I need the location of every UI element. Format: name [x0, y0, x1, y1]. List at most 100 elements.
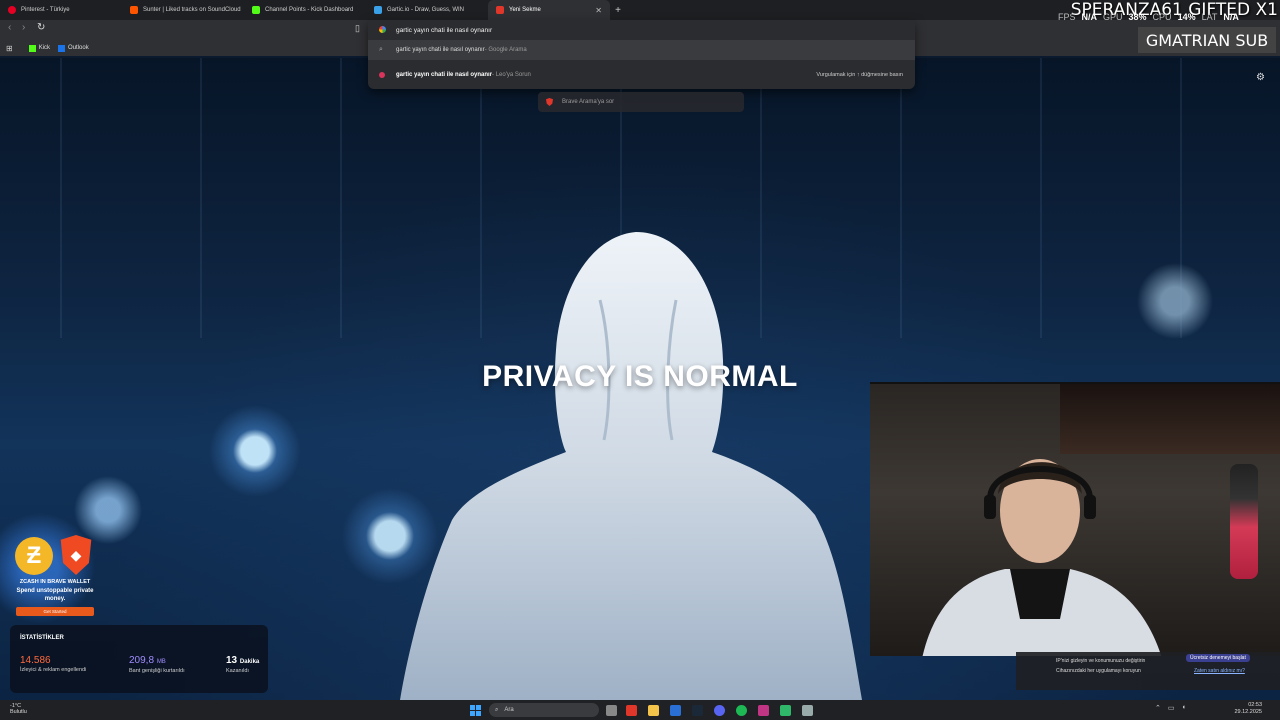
close-tab-icon[interactable]: ✕: [595, 6, 602, 15]
settings-icon[interactable]: [802, 705, 813, 716]
zcash-subtitle: Spend unstoppable private money.: [16, 588, 94, 602]
lat-value: N/A: [1223, 12, 1239, 22]
bookmark-label: Outlook: [68, 45, 89, 51]
tab-new-tab[interactable]: Yeni Sekme ✕: [488, 0, 610, 20]
brave-icon[interactable]: [626, 705, 637, 716]
tab-pinterest[interactable]: Pinterest - Türkiye: [0, 0, 122, 20]
pinterest-icon: [8, 6, 16, 14]
tab-kick-dashboard[interactable]: Channel Points - Kick Dashboard: [244, 0, 366, 20]
apps-grid-icon[interactable]: ⊞: [6, 44, 13, 53]
tab-title: Channel Points - Kick Dashboard: [265, 7, 354, 13]
network-icon[interactable]: ▭: [1168, 704, 1175, 712]
stat-unit: Dakika: [239, 659, 260, 665]
stat-value: 209,8: [129, 655, 155, 666]
address-bar-dropdown: ⌕ gartic yayın chati ile nasıl oynanır -…: [368, 20, 915, 89]
get-started-button[interactable]: Get Started: [16, 607, 94, 616]
zcash-promo-card: Ƶ ◆ ZCASH IN BRAVE WALLET Spend unstoppa…: [14, 535, 96, 620]
spotify-icon[interactable]: [736, 705, 747, 716]
app-icon[interactable]: [780, 705, 791, 716]
steam-icon[interactable]: [692, 705, 703, 716]
stat-value: 13: [226, 655, 238, 666]
search-icon: ⌕: [379, 46, 383, 53]
gpu-value: 38%: [1128, 12, 1147, 22]
fps-label: FPS: [1058, 12, 1076, 22]
clock[interactable]: 02:53 29.12.2025: [1234, 702, 1262, 716]
clock-date: 29.12.2025: [1234, 709, 1262, 715]
screen: Pinterest - Türkiye Sunter | Liked track…: [0, 0, 1280, 720]
brave-icon: [496, 6, 504, 14]
gpu-label: GPU: [1103, 12, 1123, 22]
bookmark-kick[interactable]: Kick: [28, 44, 51, 52]
microphone: [1230, 464, 1258, 579]
soundcloud-icon: [130, 6, 138, 14]
ask-brave-search-button[interactable]: Brave Arama'ya sor: [538, 92, 744, 112]
windows-taskbar: -1°C Bulutlu ⌕ Ara ⌃ ▭ ◖ 02:53 29.12.202…: [0, 700, 1280, 720]
tab-soundcloud[interactable]: Sunter | Liked tracks on SoundCloud: [122, 0, 244, 20]
stat-bandwidth-saved: 209,8 MB Bant genişliği kurtarıldı: [129, 655, 185, 674]
bookmark-label: Kick: [38, 45, 51, 51]
brave-shield-icon: [546, 98, 553, 106]
sub-alert-box: GMATRIAN SUB: [1138, 27, 1276, 53]
chevron-up-icon[interactable]: ⌃: [1155, 704, 1161, 712]
suggestion-hint: Vurgulamak için ↑ düğmesine basın: [816, 72, 903, 78]
vpn-trial-button[interactable]: Ücretsiz denemeyi başlat: [1186, 654, 1250, 662]
suggestion-ask-leo[interactable]: gartic yayın chati ile nasıl oynanır - L…: [368, 65, 915, 85]
instagram-icon[interactable]: [758, 705, 769, 716]
gartic-icon: [374, 6, 382, 14]
stream-perf-stats: FPS N/A GPU 38% CPU 14% LAT N/A: [1058, 12, 1239, 22]
back-arrow-icon[interactable]: ‹: [8, 22, 11, 33]
ask-brave-label: Brave Arama'ya sor: [562, 99, 615, 105]
volume-icon[interactable]: ◖: [1182, 704, 1186, 712]
streamer-webcam: [870, 382, 1280, 656]
cpu-label: CPU: [1152, 12, 1172, 22]
new-tab-button[interactable]: +: [610, 5, 626, 16]
taskbar-search[interactable]: ⌕ Ara: [489, 703, 599, 717]
tab-gartic[interactable]: Gartic.io - Draw, Guess, WIN: [366, 0, 488, 20]
stat-label: Kazanıldı: [226, 668, 249, 674]
page-headline: PRIVACY IS NORMAL: [482, 360, 798, 393]
tab-title: Yeni Sekme: [509, 7, 541, 13]
stat-label: Bant genişliği kurtarıldı: [129, 668, 185, 674]
outlook-icon: [58, 44, 66, 52]
weather-widget[interactable]: -1°C Bulutlu: [10, 703, 27, 715]
tab-title: Sunter | Liked tracks on SoundCloud: [143, 7, 241, 13]
mail-icon[interactable]: [670, 705, 681, 716]
statistics-card: İSTATİSTİKLER 14.586 İzleyici & reklam e…: [10, 625, 268, 693]
stat-trackers-blocked: 14.586 İzleyici & reklam engellendi: [20, 655, 86, 673]
cpu-value: 14%: [1177, 12, 1196, 22]
stat-unit: MB: [156, 659, 166, 665]
forward-arrow-icon[interactable]: ›: [22, 22, 25, 33]
task-view-icon[interactable]: [606, 705, 617, 716]
address-bar-input[interactable]: [368, 20, 915, 40]
vpn-promo-popup: IP'nizi gizleyin ve konumunuzu değiştiri…: [1016, 652, 1280, 690]
gear-icon[interactable]: ⚙: [1256, 72, 1265, 83]
suggestion-google-search[interactable]: ⌕ gartic yayın chati ile nasıl oynanır -…: [368, 40, 915, 60]
leo-icon: [379, 72, 385, 78]
suggestion-source: - Google Arama: [484, 47, 527, 53]
statistics-title: İSTATİSTİKLER: [20, 635, 64, 641]
windows-start-icon[interactable]: [470, 705, 481, 716]
tab-title: Pinterest - Türkiye: [21, 7, 70, 13]
vpn-already-purchased-link[interactable]: Zaten satın aldınız mı?: [1194, 668, 1245, 674]
reload-icon[interactable]: ↻: [37, 22, 45, 33]
clock-time: 02:53: [1248, 702, 1262, 708]
search-label: Ara: [504, 707, 514, 713]
discord-icon[interactable]: [714, 705, 725, 716]
fps-value: N/A: [1081, 12, 1098, 22]
streamer-figure: [922, 459, 1162, 656]
vpn-line-1: IP'nizi gizleyin ve konumunuzu değiştiri…: [1056, 658, 1146, 664]
kick-icon: [252, 6, 260, 14]
stat-time-saved: 13 Dakika Kazanıldı: [226, 655, 259, 674]
suggestion-text: gartic yayın chati ile nasıl oynanır: [396, 72, 493, 78]
bookmark-outlook[interactable]: Outlook: [58, 44, 89, 52]
file-explorer-icon[interactable]: [648, 705, 659, 716]
stat-value: 14.586: [20, 655, 51, 666]
stat-label: İzleyici & reklam engellendi: [20, 667, 87, 673]
kick-icon: [28, 44, 36, 52]
lat-label: LAT: [1201, 12, 1218, 22]
search-icon: ⌕: [495, 706, 499, 713]
bookmark-icon[interactable]: ▯: [355, 23, 360, 34]
suggestion-source: - Leo'ya Sorun: [492, 72, 531, 78]
brave-lion-icon: ◆: [60, 535, 92, 575]
zcash-title: ZCASH IN BRAVE WALLET: [19, 579, 91, 585]
